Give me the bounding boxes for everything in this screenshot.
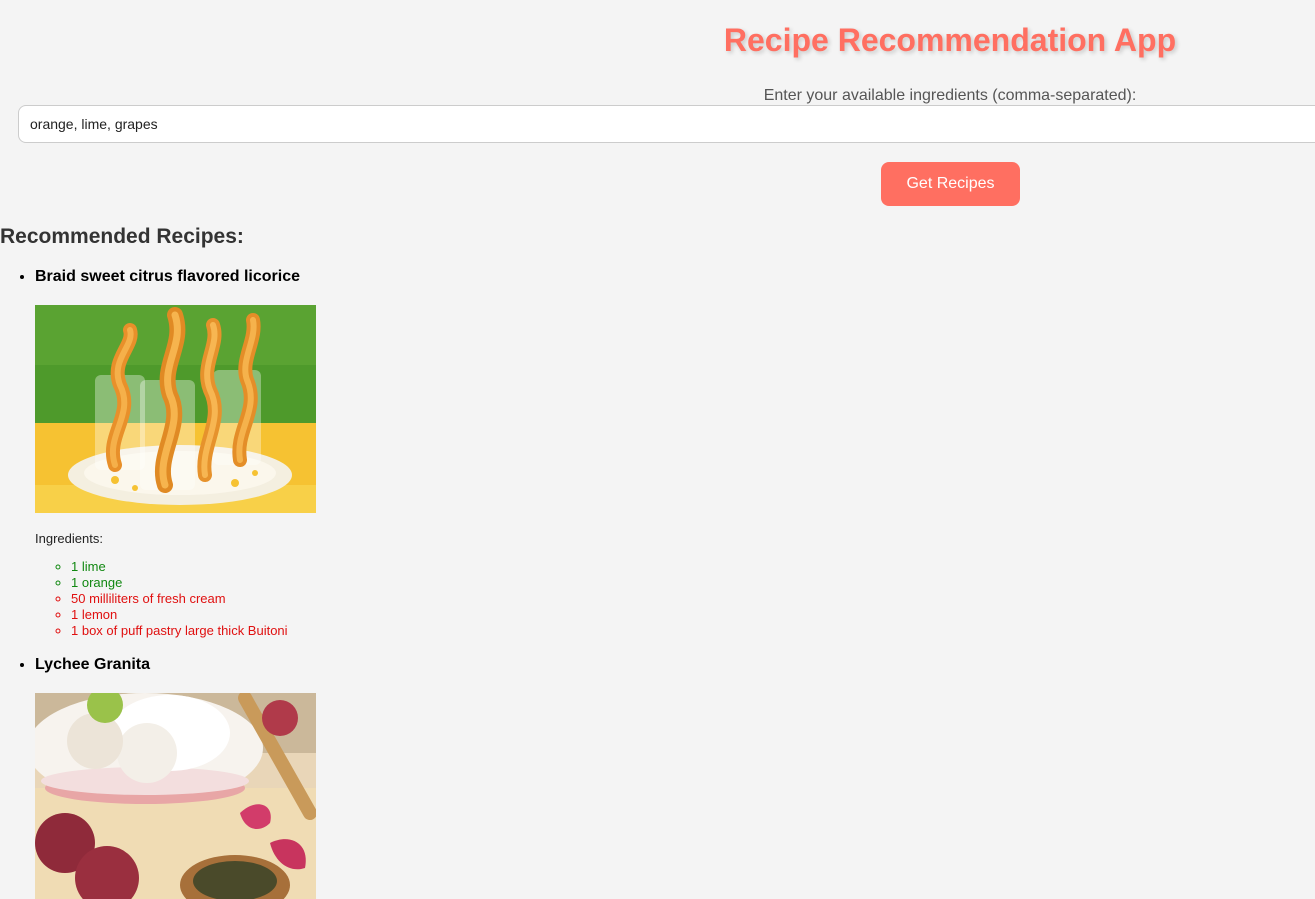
get-recipes-button[interactable]: Get Recipes	[881, 162, 1020, 206]
app-title: Recipe Recommendation App	[723, 22, 1177, 58]
recipe-title: Braid sweet citrus flavored licorice	[35, 268, 300, 285]
recommended-recipes-heading: Recommended Recipes:	[0, 225, 244, 248]
recipe-image	[35, 305, 316, 513]
ingredient-list: 1 lime 1 orange 50 milliliters of fresh …	[35, 559, 316, 639]
ingredient-item-missing: 1 lemon	[71, 607, 316, 623]
ingredients-label: Ingredients:	[35, 531, 103, 546]
recipe-list: Braid sweet citrus flavored licorice	[0, 264, 316, 899]
page: Recipe Recommendation App Enter your ava…	[0, 0, 1315, 899]
recipe-image	[35, 693, 316, 899]
recipe-item: Braid sweet citrus flavored licorice	[35, 264, 316, 639]
ingredient-item-available: 1 lime	[71, 559, 316, 575]
ingredient-item-missing: 50 milliliters of fresh cream	[71, 591, 316, 607]
ingredients-label: Enter your available ingredients (comma-…	[763, 87, 1137, 104]
ingredient-item-missing: 1 box of puff pastry large thick Buitoni	[71, 623, 316, 639]
recipe-item: Lychee Granita	[35, 652, 316, 899]
ingredients-input[interactable]	[18, 105, 1315, 143]
ingredient-item-available: 1 orange	[71, 575, 316, 591]
recipe-title: Lychee Granita	[35, 656, 151, 673]
